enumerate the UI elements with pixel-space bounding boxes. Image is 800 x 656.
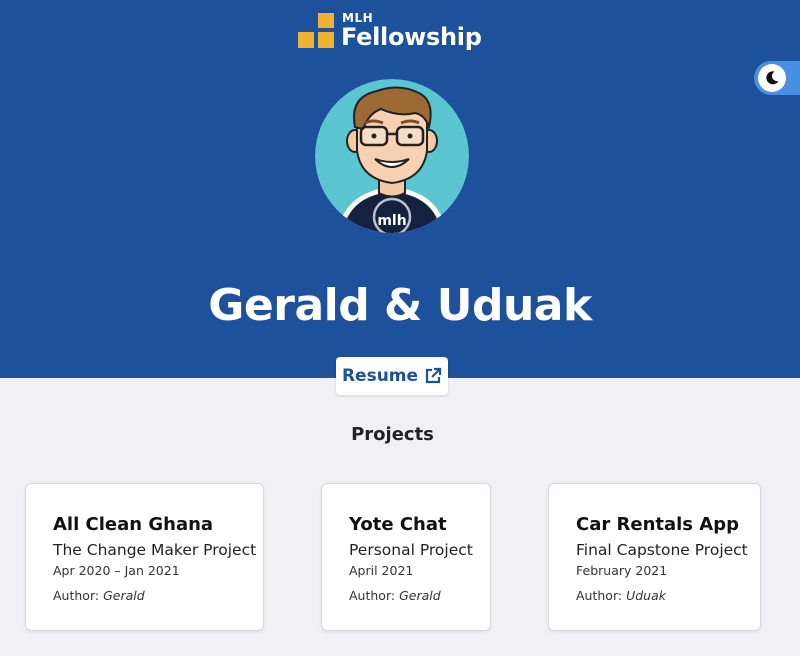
project-date: February 2021 — [576, 563, 668, 578]
mlh-logo-mark-icon — [298, 13, 336, 49]
projects-heading: Projects — [351, 424, 434, 445]
project-card-yote-chat[interactable]: Yote Chat Personal Project April 2021 Au… — [321, 483, 491, 631]
mlh-fellowship-logo[interactable]: MLH Fellowship — [298, 10, 498, 54]
project-author: Author: Gerald — [53, 588, 263, 603]
project-date: Apr 2020 – Jan 2021 — [53, 563, 180, 578]
author-label: Author: — [349, 588, 396, 603]
toggle-knob — [758, 64, 786, 92]
project-author: Author: Uduak — [576, 588, 760, 603]
svg-text:mlh: mlh — [377, 213, 406, 229]
project-title: All Clean Ghana — [53, 514, 214, 535]
resume-label: Resume — [341, 366, 419, 386]
profile-name: Gerald & Uduak — [208, 280, 592, 331]
project-subtitle: Final Capstone Project — [576, 541, 748, 559]
author-label: Author: — [576, 588, 623, 603]
project-date: April 2021 — [349, 563, 414, 578]
author-name: Gerald — [103, 588, 145, 603]
project-subtitle: Personal Project — [349, 541, 473, 559]
author-name: Gerald — [399, 588, 441, 603]
logo-fellowship-text: Fellowship — [341, 23, 482, 51]
external-link-icon — [425, 367, 442, 384]
project-card-all-clean-ghana[interactable]: All Clean Ghana The Change Maker Project… — [25, 483, 264, 631]
project-title: Yote Chat — [349, 514, 447, 535]
project-subtitle: The Change Maker Project — [53, 541, 257, 559]
profile-avatar: mlh — [315, 79, 469, 233]
author-label: Author: — [53, 588, 100, 603]
author-name: Uduak — [626, 588, 666, 603]
resume-button[interactable]: Resume — [336, 357, 448, 395]
avatar-illustration-icon: mlh — [315, 79, 469, 233]
project-title: Car Rentals App — [576, 514, 739, 535]
moon-icon — [766, 71, 779, 85]
project-author: Author: Gerald — [349, 588, 490, 603]
theme-toggle-button[interactable] — [754, 61, 800, 95]
hero-banner: MLH Fellowship mlh Gerald & Uduak — [0, 0, 800, 378]
project-card-car-rentals-app[interactable]: Car Rentals App Final Capstone Project F… — [548, 483, 761, 631]
